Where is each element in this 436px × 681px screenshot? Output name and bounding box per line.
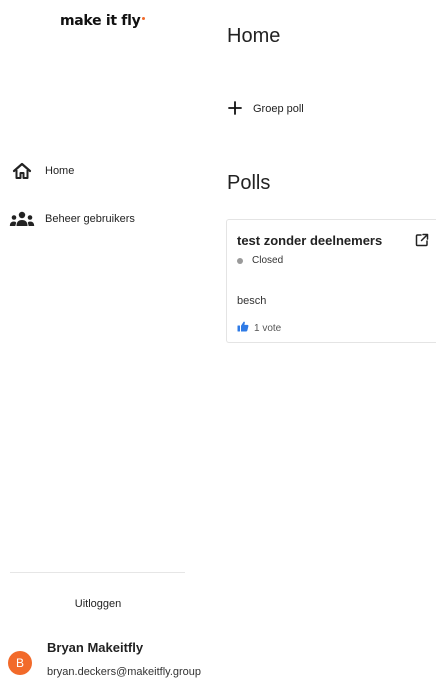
logo[interactable]: make it fly bbox=[60, 13, 146, 29]
sidebar-item-label: Beheer gebruikers bbox=[45, 213, 135, 225]
page-title: Home bbox=[227, 25, 281, 47]
logo-dot bbox=[142, 17, 146, 20]
home-icon bbox=[8, 159, 36, 183]
main-content: Home Groep poll Polls test zonder deelne… bbox=[196, 0, 436, 681]
polls-heading: Polls bbox=[227, 172, 271, 194]
poll-description: besch bbox=[237, 295, 267, 307]
add-group-poll-button[interactable]: Groep poll bbox=[227, 99, 304, 119]
poll-status: Closed bbox=[237, 255, 283, 266]
users-icon bbox=[8, 207, 36, 231]
status-dot bbox=[237, 257, 243, 264]
sidebar-item-users[interactable]: Beheer gebruikers bbox=[8, 205, 135, 233]
avatar[interactable]: B bbox=[8, 651, 32, 675]
logout-button[interactable]: Uitloggen bbox=[0, 598, 196, 610]
votes-count: 1 vote bbox=[254, 322, 282, 334]
user-email: bryan.deckers@makeitfly.group bbox=[47, 666, 202, 678]
user-name: Bryan Makeitfly bbox=[47, 640, 144, 655]
logo-text: make it fly bbox=[60, 13, 141, 29]
sidebar-item-label: Home bbox=[45, 165, 75, 177]
sidebar-divider bbox=[10, 572, 185, 573]
external-link-icon[interactable] bbox=[415, 233, 429, 247]
poll-votes: 1 vote bbox=[237, 319, 281, 337]
thumbs-up-icon bbox=[237, 319, 249, 337]
plus-icon bbox=[227, 99, 243, 119]
poll-card[interactable]: test zonder deelnemers Closed besch 1 vo… bbox=[226, 219, 436, 343]
poll-title: test zonder deelnemers bbox=[237, 233, 383, 248]
sidebar-item-home[interactable]: Home bbox=[8, 157, 74, 185]
status-text: Closed bbox=[252, 255, 284, 266]
sidebar: make it fly Home Beheer gebruikers Uitlo… bbox=[0, 0, 201, 681]
add-group-poll-label: Groep poll bbox=[253, 103, 304, 115]
